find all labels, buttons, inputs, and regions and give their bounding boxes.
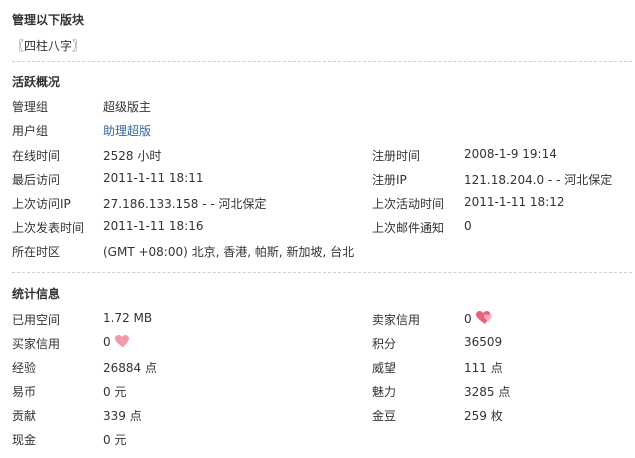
stat-value: 111 点 <box>464 361 503 375</box>
info-value: 超级版主 <box>103 100 152 114</box>
info-row-last-visit: 最后访问 2011-1-11 18:11 注册IP 121.18.204.0 -… <box>12 171 632 191</box>
heart-icon <box>475 311 494 328</box>
stat-label: 经验 <box>12 361 37 375</box>
info-label: 所在时区 <box>12 245 61 259</box>
stat-value: 36509 <box>464 335 503 349</box>
stat-row-space: 已用空间 1.72 MB 卖家信用 0 <box>12 311 632 331</box>
stat-value: 3285 点 <box>464 385 511 399</box>
stat-label: 已用空间 <box>12 313 61 327</box>
info-row-last-ip: 上次访问IP 27.186.133.158 - - 河北保定 上次活动时间 20… <box>12 195 632 215</box>
info-label: 上次邮件通知 <box>372 221 445 235</box>
info-label: 上次发表时间 <box>12 221 85 235</box>
stats-section-title: 统计信息 <box>12 287 61 301</box>
info-label: 上次访问IP <box>12 197 71 211</box>
stat-row-cash: 现金 0 元 <box>12 431 632 451</box>
stat-label: 卖家信用 <box>372 313 421 327</box>
info-label: 管理组 <box>12 100 49 114</box>
stat-value: 0 元 <box>103 433 127 447</box>
stat-label: 金豆 <box>372 409 397 423</box>
stat-label: 贡献 <box>12 409 37 423</box>
info-row-timezone: 所在时区 (GMT +08:00) 北京, 香港, 帕斯, 新加坡, 台北 <box>12 243 632 263</box>
info-row-online-time: 在线时间 2528 小时 注册时间 2008-1-9 19:14 <box>12 147 632 167</box>
divider <box>12 272 632 273</box>
info-label: 注册时间 <box>372 149 421 163</box>
heart-icon <box>114 335 131 351</box>
stat-label: 易币 <box>12 385 37 399</box>
info-value: 2528 小时 <box>103 149 162 163</box>
stat-label: 威望 <box>372 361 397 375</box>
stat-value: 0 <box>103 335 111 349</box>
info-label: 注册IP <box>372 173 407 187</box>
info-value: (GMT +08:00) 北京, 香港, 帕斯, 新加坡, 台北 <box>103 245 355 259</box>
info-label: 最后访问 <box>12 173 61 187</box>
seller-credit-value: 0 <box>464 311 494 328</box>
info-label: 用户组 <box>12 124 49 138</box>
stat-value: 259 枚 <box>464 409 503 423</box>
info-value: 27.186.133.158 - - 河北保定 <box>103 197 267 211</box>
info-row-last-post: 上次发表时间 2011-1-11 18:16 上次邮件通知 0 <box>12 219 632 239</box>
user-group-link[interactable]: 助理超版 <box>103 122 151 139</box>
stat-label: 魅力 <box>372 385 397 399</box>
divider <box>12 61 632 62</box>
stat-label: 现金 <box>12 433 37 447</box>
stat-value: 1.72 MB <box>103 311 153 325</box>
info-value: 121.18.204.0 - - 河北保定 <box>464 173 613 187</box>
info-value: 2011-1-11 18:16 <box>103 219 204 233</box>
info-label: 上次活动时间 <box>372 197 445 211</box>
activity-section-title: 活跃概况 <box>12 75 61 89</box>
info-value: 2011-1-11 18:12 <box>464 195 565 209</box>
stat-value: 0 元 <box>103 385 127 399</box>
stat-row-contribution: 贡献 339 点 金豆 259 枚 <box>12 407 632 427</box>
stat-row-buyer-credit: 买家信用 0 积分 36509 <box>12 335 632 355</box>
buyer-credit-value: 0 <box>103 335 131 351</box>
info-value: 2008-1-9 19:14 <box>464 147 557 161</box>
stat-value: 26884 点 <box>103 361 157 375</box>
info-row-admin-group: 管理组 超级版主 <box>12 98 632 118</box>
forum-link-sizhu-bazi[interactable]: 〖四柱八字〗 <box>12 37 84 54</box>
stat-value: 0 <box>464 312 472 326</box>
stat-label: 买家信用 <box>12 337 61 351</box>
stat-row-coins: 易币 0 元 魅力 3285 点 <box>12 383 632 403</box>
managed-forums-title: 管理以下版块 <box>12 13 85 27</box>
info-value: 0 <box>464 219 472 233</box>
info-value: 2011-1-11 18:11 <box>103 171 204 185</box>
stat-label: 积分 <box>372 337 397 351</box>
info-label: 在线时间 <box>12 149 61 163</box>
info-row-user-group: 用户组 助理超版 <box>12 122 632 142</box>
stat-value: 339 点 <box>103 409 142 423</box>
stat-row-experience: 经验 26884 点 威望 111 点 <box>12 359 632 379</box>
